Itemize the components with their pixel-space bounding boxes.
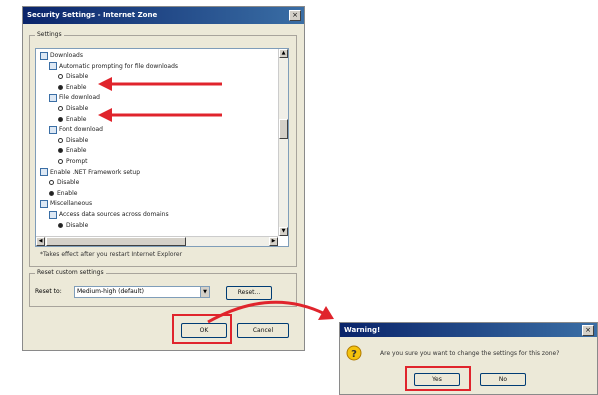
setting-option[interactable]: Enable [58, 83, 86, 92]
reset-to-label: Reset to: [35, 288, 62, 295]
setting-label: Enable .NET Framework setup [50, 168, 141, 176]
setting-label: Disable [66, 73, 89, 81]
setting-label: Enable [66, 83, 87, 91]
dialog-title: Security Settings - Internet Zone [23, 7, 304, 24]
setting-label: Downloads [50, 52, 83, 59]
setting-category: Automatic prompting for file downloads [49, 62, 178, 71]
setting-option[interactable]: Disable [58, 221, 88, 230]
arrow-icon [98, 108, 222, 122]
warning-title: Warning! [340, 323, 597, 337]
setting-label: Enable [66, 115, 87, 123]
setting-label: Enable [57, 189, 78, 197]
settings-group: Settings ▲ ▼ ◀ ▶ Downloads Automatic prom… [29, 31, 297, 267]
radio-icon [58, 137, 63, 143]
settings-folder-icon [40, 51, 48, 60]
settings-folder-icon [49, 125, 57, 134]
setting-option[interactable]: Enable [58, 115, 86, 124]
scroll-down-icon[interactable]: ▼ [279, 227, 288, 236]
radio-icon [49, 180, 54, 186]
curved-arrow-icon [207, 300, 334, 324]
setting-label: Automatic prompting for file downloads [59, 62, 179, 70]
close-icon[interactable]: × [289, 10, 301, 21]
scroll-thumb[interactable] [279, 119, 288, 139]
arrow-icon [98, 77, 222, 91]
setting-label: Miscellaneous [50, 200, 93, 208]
setting-option[interactable]: Enable [49, 189, 77, 198]
setting-label: Font download [59, 126, 103, 134]
scroll-up-icon[interactable]: ▲ [279, 49, 288, 58]
setting-category: Access data sources across domains [49, 210, 169, 219]
setting-category: Enable .NET Framework setup [40, 168, 140, 177]
setting-label: Disable [57, 179, 80, 187]
warning-message: Are you sure you want to change the sett… [380, 350, 560, 357]
setting-label: File download [59, 94, 100, 102]
setting-label: Disable [66, 221, 89, 229]
horizontal-scrollbar[interactable]: ◀ ▶ [36, 236, 278, 246]
setting-option[interactable]: Disable [58, 104, 88, 113]
setting-category: File download [49, 93, 100, 102]
setting-option[interactable]: Prompt [58, 157, 88, 166]
settings-label: Settings [35, 31, 64, 38]
settings-folder-icon [49, 93, 57, 102]
vertical-scrollbar[interactable]: ▲ ▼ [278, 49, 288, 236]
settings-folder-icon [49, 62, 57, 71]
radio-icon [58, 222, 63, 228]
close-icon[interactable]: × [582, 325, 594, 336]
reset-group-label: Reset custom settings [35, 269, 106, 276]
setting-label: Prompt [66, 158, 88, 165]
radio-icon [58, 116, 63, 122]
radio-icon [58, 74, 63, 80]
reset-level-select[interactable]: Medium-high (default) ▼ [74, 286, 210, 298]
setting-label: Enable [66, 147, 87, 155]
setting-option[interactable]: Disable [58, 136, 88, 145]
setting-label: Disable [66, 136, 89, 144]
setting-label: Disable [66, 105, 89, 112]
setting-category: Downloads [40, 51, 83, 60]
warning-icon: ? [346, 345, 362, 361]
setting-option[interactable]: Disable [58, 72, 88, 81]
setting-category: Font download [49, 125, 103, 134]
reset-level-value: Medium-high (default) [77, 288, 144, 295]
setting-category: Miscellaneous [40, 199, 92, 208]
setting-option[interactable]: Disable [49, 178, 79, 187]
yes-highlight [405, 366, 471, 391]
radio-icon [58, 159, 63, 164]
svg-text:?: ? [351, 349, 357, 360]
hscroll-thumb[interactable] [46, 237, 186, 246]
scroll-left-icon[interactable]: ◀ [36, 237, 45, 246]
setting-label: Access data sources across domains [59, 211, 169, 218]
radio-icon [58, 106, 63, 111]
no-button[interactable]: No [480, 373, 526, 386]
radio-icon [58, 84, 63, 90]
radio-icon [58, 148, 63, 154]
restart-note: *Takes effect after you restart Internet… [40, 251, 183, 258]
radio-icon [49, 190, 54, 196]
settings-folder-icon [49, 210, 57, 219]
settings-folder-icon [40, 168, 48, 177]
scroll-right-icon[interactable]: ▶ [269, 237, 278, 246]
settings-folder-icon [40, 199, 48, 208]
setting-option[interactable]: Enable [58, 146, 86, 155]
